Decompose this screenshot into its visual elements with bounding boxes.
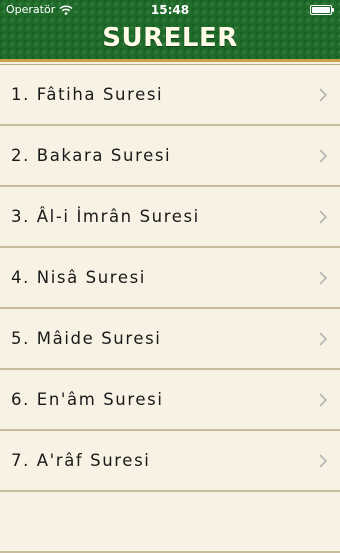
- surah-list: 1. Fâtiha Suresi 2. Bakara Suresi 3. Âl-…: [0, 64, 340, 553]
- list-item[interactable]: 7. A'râf Suresi: [0, 431, 340, 492]
- page-title: SURELER: [102, 23, 238, 53]
- list-item-label: 4. Nisâ Suresi: [11, 268, 146, 287]
- clock: 15:48: [150, 3, 190, 17]
- list-item-label: 2. Bakara Suresi: [11, 146, 172, 165]
- list-item[interactable]: 4. Nisâ Suresi: [0, 248, 340, 309]
- list-item-label: 1. Fâtiha Suresi: [11, 85, 164, 104]
- chevron-right-icon: [319, 87, 328, 102]
- list-item[interactable]: 5. Mâide Suresi: [0, 309, 340, 370]
- chevron-right-icon: [319, 270, 328, 285]
- list-item-label: 7. A'râf Suresi: [11, 451, 151, 470]
- chevron-right-icon: [319, 392, 328, 407]
- list-item[interactable]: [0, 492, 340, 553]
- chevron-right-icon: [319, 148, 328, 163]
- list-item-label: 6. En'âm Suresi: [11, 390, 164, 409]
- chevron-right-icon: [319, 209, 328, 224]
- list-item[interactable]: 3. Âl-i İmrân Suresi: [0, 187, 340, 248]
- battery-icon: [310, 5, 334, 15]
- list-item-label: 5. Mâide Suresi: [11, 329, 162, 348]
- nav-bar: Operatör 15:48 SURELER: [0, 0, 340, 62]
- status-bar: Operatör 15:48: [0, 0, 340, 20]
- chevron-right-icon: [319, 453, 328, 468]
- chevron-right-icon: [319, 331, 328, 346]
- list-item-label: 3. Âl-i İmrân Suresi: [11, 207, 200, 226]
- list-item[interactable]: 2. Bakara Suresi: [0, 126, 340, 187]
- list-item[interactable]: 6. En'âm Suresi: [0, 370, 340, 431]
- list-item[interactable]: 1. Fâtiha Suresi: [0, 65, 340, 126]
